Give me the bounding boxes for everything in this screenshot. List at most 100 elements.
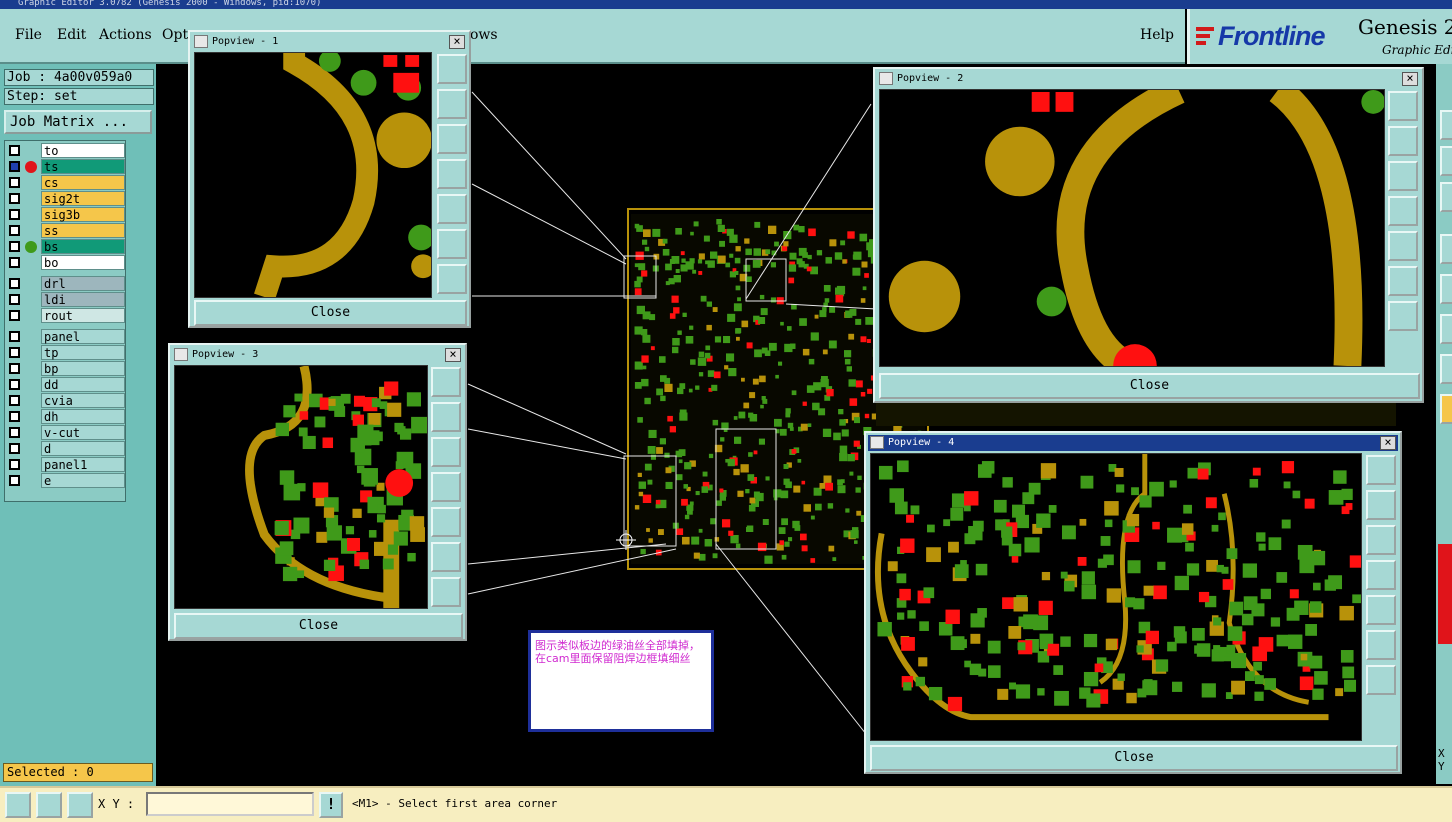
layer-checkbox[interactable] <box>9 459 20 470</box>
layer-row-panel[interactable]: panel <box>5 329 127 345</box>
layer-row-bs[interactable]: bs <box>5 239 127 255</box>
layer-row-rout[interactable]: rout <box>5 308 127 324</box>
pan-left-icon[interactable] <box>1388 196 1418 226</box>
layer-checkbox[interactable] <box>9 395 20 406</box>
close-icon[interactable]: × <box>445 348 461 362</box>
strip-tool[interactable] <box>1440 354 1452 384</box>
layer-row-dd[interactable]: dd <box>5 377 127 393</box>
layer-row-cvia[interactable]: cvia <box>5 393 127 409</box>
pan-left-icon[interactable] <box>431 472 461 502</box>
layer-row-ts[interactable]: ts <box>5 159 127 175</box>
pan-down-icon[interactable] <box>1388 161 1418 191</box>
layer-checkbox[interactable] <box>9 475 20 486</box>
layer-row-tp[interactable]: tp <box>5 345 127 361</box>
strip-tool[interactable] <box>1440 146 1452 176</box>
pan-left-icon[interactable] <box>437 159 467 189</box>
layer-row-e[interactable]: e <box>5 473 127 489</box>
layer-row-drl[interactable]: drl <box>5 276 127 292</box>
strip-tool[interactable] <box>1440 314 1452 344</box>
menu-actions[interactable]: Actions <box>99 27 152 43</box>
popview-close-button[interactable]: Close <box>879 373 1420 399</box>
layer-row-bp[interactable]: bp <box>5 361 127 377</box>
zoom-in-icon[interactable] <box>437 229 467 259</box>
layer-checkbox[interactable] <box>9 363 20 374</box>
pan-up-icon[interactable] <box>437 89 467 119</box>
alert-icon[interactable]: ! <box>319 792 343 818</box>
layer-checkbox[interactable] <box>9 427 20 438</box>
layer-row-bo[interactable]: bo <box>5 255 127 271</box>
zoom-out-icon[interactable] <box>431 577 461 607</box>
layer-checkbox[interactable] <box>9 225 20 236</box>
pan-right-icon[interactable] <box>1366 595 1396 625</box>
pan-up-icon[interactable] <box>1388 126 1418 156</box>
layer-checkbox[interactable] <box>9 443 20 454</box>
zoom-in-icon[interactable] <box>1388 266 1418 296</box>
popview-close-button[interactable]: Close <box>174 613 463 639</box>
zoom-window-icon[interactable] <box>437 54 467 84</box>
layer-row-sig2t[interactable]: sig2t <box>5 191 127 207</box>
pan-left-icon[interactable] <box>1366 560 1396 590</box>
zoom-in-icon[interactable] <box>431 542 461 572</box>
layer-row-to[interactable]: to <box>5 143 127 159</box>
close-icon[interactable]: × <box>1380 436 1396 450</box>
menu-help[interactable]: Help <box>1140 27 1174 43</box>
pan-up-icon[interactable] <box>431 402 461 432</box>
zoom-window-icon[interactable] <box>1388 91 1418 121</box>
layer-checkbox[interactable] <box>9 331 20 342</box>
strip-tool[interactable] <box>1440 394 1452 424</box>
pan-up-icon[interactable] <box>1366 490 1396 520</box>
xy-input[interactable] <box>146 792 314 816</box>
layer-row-sig3b[interactable]: sig3b <box>5 207 127 223</box>
pan-right-icon[interactable] <box>431 507 461 537</box>
layer-checkbox[interactable] <box>9 310 20 321</box>
layer-checkbox[interactable] <box>9 347 20 358</box>
popview-4: Popview - 4 × Close <box>864 431 1402 774</box>
popview-close-button[interactable]: Close <box>194 300 467 326</box>
zoom-out-icon[interactable] <box>1366 665 1396 695</box>
pan-down-icon[interactable] <box>437 124 467 154</box>
layer-checkbox[interactable] <box>9 193 20 204</box>
layer-row-panel1[interactable]: panel1 <box>5 457 127 473</box>
layer-checkbox[interactable] <box>9 278 20 289</box>
strip-tool[interactable] <box>1440 182 1452 212</box>
menu-edit[interactable]: Edit <box>57 27 86 43</box>
pan-right-icon[interactable] <box>1388 231 1418 261</box>
grid-tool-icon[interactable] <box>67 792 93 818</box>
select-tool-icon[interactable] <box>5 792 31 818</box>
strip-tool[interactable] <box>1440 234 1452 264</box>
layer-checkbox[interactable] <box>9 294 20 305</box>
pan-down-icon[interactable] <box>431 437 461 467</box>
zoom-window-icon[interactable] <box>1366 455 1396 485</box>
pad <box>1289 589 1299 599</box>
zoom-out-icon[interactable] <box>437 264 467 294</box>
layer-row-dh[interactable]: dh <box>5 409 127 425</box>
layer-row-ldi[interactable]: ldi <box>5 292 127 308</box>
job-matrix-button[interactable]: Job Matrix ... <box>4 110 152 134</box>
layer-row-cs[interactable]: cs <box>5 175 127 191</box>
pan-right-icon[interactable] <box>437 194 467 224</box>
close-icon[interactable]: × <box>1402 72 1418 86</box>
layer-checkbox[interactable] <box>9 257 20 268</box>
zoom-in-icon[interactable] <box>1366 630 1396 660</box>
layer-checkbox[interactable] <box>9 177 20 188</box>
zoom-window-icon[interactable] <box>431 367 461 397</box>
layer-row-d[interactable]: d <box>5 441 127 457</box>
layer-checkbox[interactable] <box>9 209 20 220</box>
menu-file[interactable]: File <box>15 27 42 43</box>
layer-checkbox[interactable] <box>9 161 20 172</box>
close-icon[interactable]: × <box>449 35 465 49</box>
layer-checkbox[interactable] <box>9 241 20 252</box>
strip-tool[interactable] <box>1440 110 1452 140</box>
layer-checkbox[interactable] <box>9 145 20 156</box>
layer-row-v-cut[interactable]: v-cut <box>5 425 127 441</box>
layer-checkbox[interactable] <box>9 379 20 390</box>
layer-checkbox[interactable] <box>9 411 20 422</box>
measure-tool-icon[interactable] <box>36 792 62 818</box>
zoom-out-icon[interactable] <box>1388 301 1418 331</box>
strip-tool[interactable] <box>1440 274 1452 304</box>
layer-row-ss[interactable]: ss <box>5 223 127 239</box>
popview-close-button[interactable]: Close <box>870 745 1398 771</box>
menu-windows[interactable]: ows <box>470 27 498 43</box>
pan-down-icon[interactable] <box>1366 525 1396 555</box>
menu-options[interactable]: Opt <box>162 27 188 43</box>
